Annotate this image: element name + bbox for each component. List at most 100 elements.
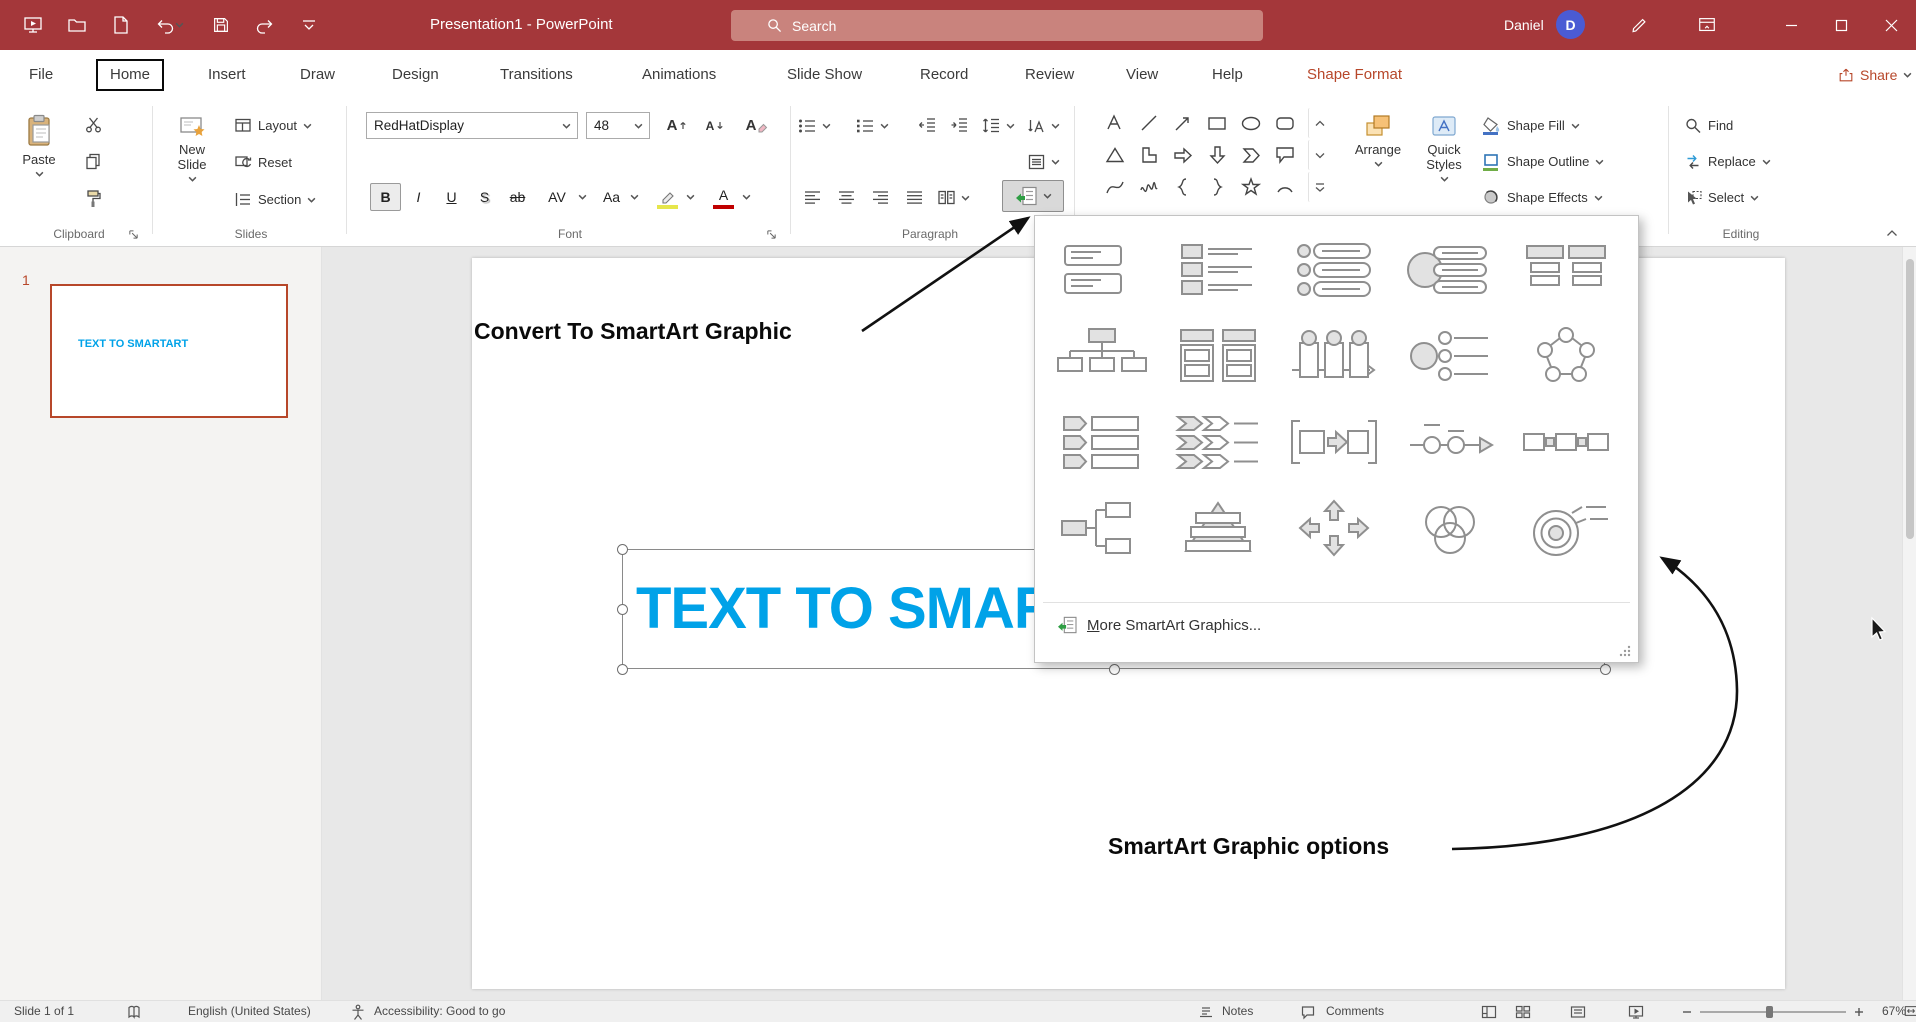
underline-button[interactable]: U [436,183,467,211]
fit-to-window-icon[interactable] [1904,1004,1916,1018]
shape-chevron-button[interactable] [1236,140,1266,170]
cut-button[interactable] [80,112,106,136]
search-box[interactable]: Search [731,10,1263,41]
shape-star-button[interactable] [1236,172,1266,202]
resize-grip-icon[interactable] [1618,644,1632,658]
spell-check-icon[interactable] [126,1004,142,1020]
increase-indent-button[interactable] [946,112,972,138]
selection-handle-bottom-right[interactable] [1600,664,1611,675]
comments-icon[interactable] [1300,1004,1316,1020]
selection-handle-bottom-left[interactable] [617,664,628,675]
tab-home[interactable]: Home [96,59,164,91]
shapes-scroll-up-button[interactable] [1308,108,1330,138]
smartart-layout-target[interactable] [1513,490,1619,566]
align-center-button[interactable] [832,184,860,211]
shape-textbox-button[interactable] [1100,108,1130,138]
shape-callout-button[interactable] [1270,140,1300,170]
open-icon[interactable] [64,12,90,38]
strikethrough-button[interactable]: ab [502,183,533,211]
align-text-button[interactable] [1028,148,1060,175]
text-shadow-button[interactable]: S [469,183,500,211]
shape-triangle-button[interactable] [1100,140,1130,170]
zoom-out-button[interactable] [1682,1007,1692,1017]
select-button[interactable]: Select [1684,184,1759,211]
slide-sorter-view-icon[interactable] [1515,1004,1531,1020]
tab-review[interactable]: Review [1023,50,1076,100]
smartart-layout-lined-list[interactable] [1397,232,1503,308]
zoom-slider-track[interactable] [1700,1011,1846,1013]
redo-icon[interactable] [252,12,278,38]
copy-button[interactable] [80,149,106,173]
shape-right-arrow-button[interactable] [1168,140,1198,170]
shrink-font-button[interactable]: A [698,112,732,139]
clear-formatting-button[interactable]: A [740,112,774,139]
save-icon[interactable] [208,12,234,38]
shape-arrow-button[interactable] [1168,108,1198,138]
decrease-indent-button[interactable] [914,112,940,138]
tab-slide-show[interactable]: Slide Show [785,50,864,100]
tab-view[interactable]: View [1124,50,1160,100]
italic-button[interactable]: I [403,183,434,211]
highlight-color-button[interactable] [652,183,683,211]
smartart-layout-linked-process[interactable] [1513,404,1619,480]
minimize-button[interactable] [1766,0,1816,50]
highlight-color-dropdown[interactable] [684,190,696,204]
more-smartart-graphics-item[interactable]: More SmartArt Graphics... [1035,608,1638,642]
language-indicator[interactable]: English (United States) [188,1001,311,1022]
quick-styles-button[interactable]: Quick Styles [1412,104,1476,220]
maximize-button[interactable] [1816,0,1866,50]
smartart-layout-horizontal-bullet-list[interactable] [1049,232,1155,308]
tab-help[interactable]: Help [1210,50,1245,100]
numbering-button[interactable] [856,112,889,139]
columns-button[interactable] [938,184,970,211]
shape-oval-button[interactable] [1236,108,1266,138]
line-spacing-button[interactable] [982,112,1015,139]
normal-view-icon[interactable] [1481,1004,1497,1020]
smartart-layout-hierarchy[interactable] [1049,490,1155,566]
smartart-layout-radial-list[interactable] [1397,318,1503,394]
smartart-layout-grouped-list[interactable] [1513,232,1619,308]
smartart-layout-step-process[interactable] [1281,404,1387,480]
shape-line-button[interactable] [1134,108,1164,138]
new-slide-button[interactable]: New Slide [160,104,224,220]
tab-record[interactable]: Record [918,50,970,100]
reading-view-icon[interactable] [1570,1004,1586,1020]
shape-l-shape-button[interactable] [1134,140,1164,170]
slide-counter[interactable]: Slide 1 of 1 [14,1001,74,1022]
start-slideshow-icon[interactable] [20,12,46,38]
tab-insert[interactable]: Insert [206,50,248,100]
tab-shape-format[interactable]: Shape Format [1305,50,1404,100]
arrange-button[interactable]: Arrange [1348,104,1408,220]
tab-file[interactable]: File [27,50,55,100]
shape-down-arrow-button[interactable] [1202,140,1232,170]
shape-outline-button[interactable]: Shape Outline [1482,148,1604,175]
smartart-layout-accent-process[interactable] [1281,318,1387,394]
shape-effects-button[interactable]: Shape Effects [1482,184,1603,211]
slide-thumbnail[interactable]: TEXT TO SMARTART [50,284,288,418]
accessibility-icon[interactable] [350,1004,366,1020]
shape-fill-button[interactable]: Shape Fill [1482,112,1580,139]
justify-button[interactable] [900,184,928,211]
shapes-more-button[interactable] [1308,172,1330,202]
font-color-dropdown[interactable] [740,190,752,204]
smartart-layout-vertical-box-list[interactable] [1165,232,1271,308]
tab-animations[interactable]: Animations [640,50,718,100]
layout-button[interactable]: Layout [234,112,312,139]
font-name-combo[interactable]: RedHatDisplay [366,112,578,139]
smartart-layout-timeline[interactable] [1397,404,1503,480]
smartart-layout-matrix[interactable] [1281,490,1387,566]
undo-icon[interactable] [150,12,188,38]
avatar[interactable]: D [1556,10,1585,39]
slideshow-view-icon[interactable] [1628,1004,1644,1020]
section-button[interactable]: Section [234,186,316,213]
ribbon-display-options-icon[interactable] [1694,12,1720,38]
smartart-layout-stacked-list[interactable] [1165,318,1271,394]
font-size-combo[interactable]: 48 [586,112,650,139]
close-button[interactable] [1866,0,1916,50]
shape-rectangle-button[interactable] [1202,108,1232,138]
clipboard-dialog-launcher[interactable] [126,227,140,241]
notes-icon[interactable] [1198,1004,1214,1020]
format-painter-button[interactable] [80,186,106,210]
notes-button[interactable]: Notes [1222,1001,1253,1022]
change-case-dropdown[interactable] [628,190,640,204]
